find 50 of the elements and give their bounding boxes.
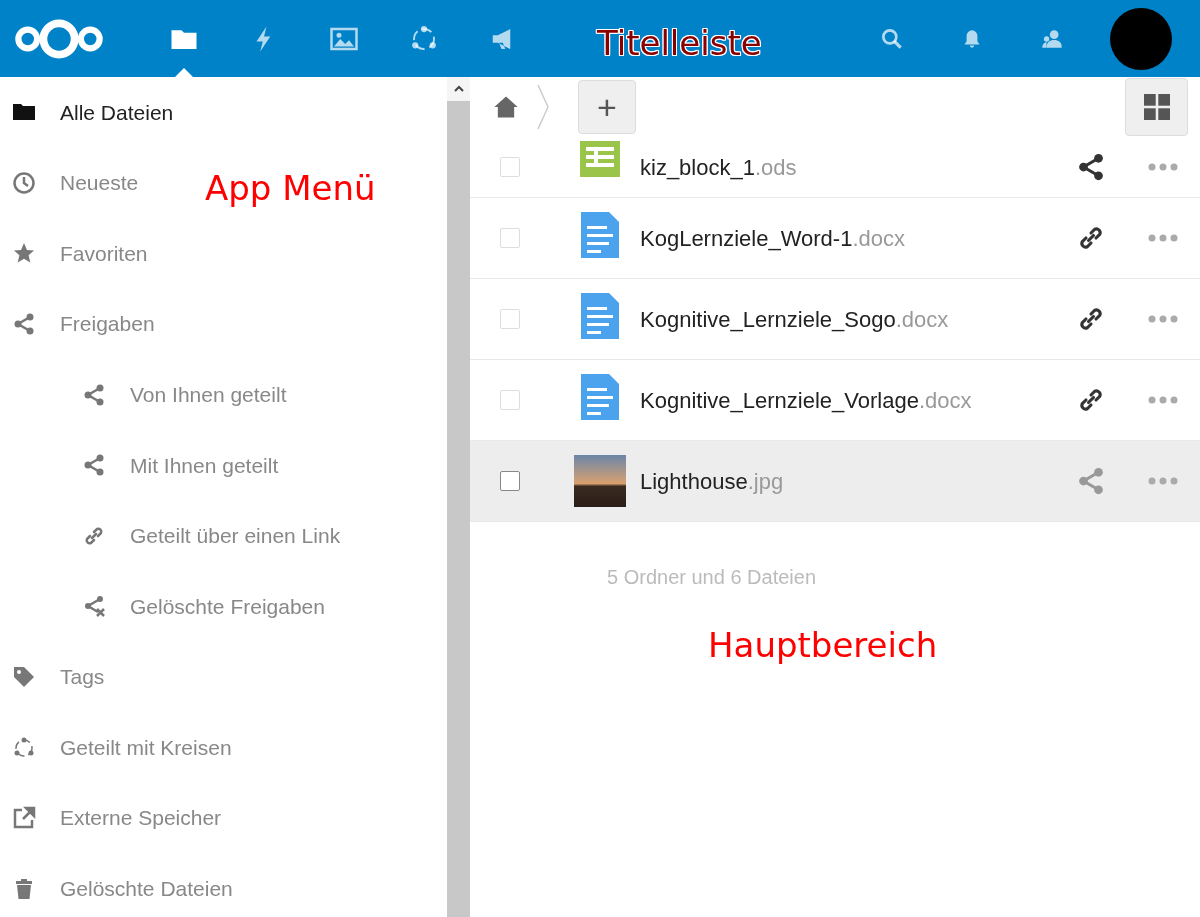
file-row[interactable]: kiz_block_1.ods [470,137,1200,198]
document-icon [581,374,619,420]
share-icon [82,382,106,407]
more-icon[interactable] [1148,476,1178,486]
scrollbar[interactable] [447,77,470,917]
document-icon [581,293,619,339]
sidebar-item[interactable]: Freigaben [0,288,155,360]
sidebar-item[interactable]: Externe Speicher [0,782,222,854]
sidebar-item[interactable]: Tags [0,641,105,713]
grid-icon [1143,94,1170,120]
annotation-label: App Menü [205,167,376,210]
annotation-label: Titelleiste [597,22,762,65]
sidebar-item[interactable]: Geteilt über einen Link [0,500,341,572]
file-name[interactable]: kiz_block_1.ods [640,150,1076,184]
file-name[interactable]: Kognitive_Lernziele_Sogo.docx [640,302,1076,336]
breadcrumb-separator-icon [536,83,550,131]
share-icon [12,312,36,337]
sidebar-item[interactable]: Geteilt mit Kreisen [0,712,232,783]
file-summary: 5 Ordner und 6 Dateien [606,565,818,590]
share-icon[interactable] [1076,152,1106,182]
sidebar-item[interactable]: Gelöschte Dateien [0,853,233,917]
sidebar-item[interactable]: Alle Dateien [0,77,174,148]
circles-icon [12,735,36,760]
grid-view-button[interactable] [1125,78,1188,136]
more-icon[interactable] [1148,233,1178,243]
share-icon [82,453,106,478]
spreadsheet-icon [580,141,620,177]
external-link-icon [12,806,36,831]
photo-placeholder [574,455,626,507]
document-icon [581,212,619,258]
file-row[interactable]: Lighthouse.jpg [470,441,1200,522]
add-button[interactable]: + [578,80,636,134]
file-name[interactable]: Kognitive_Lernziele_Vorlage.docx [640,383,1076,417]
checkbox[interactable] [500,471,520,491]
sidebar-item[interactable]: Neueste [0,147,139,219]
more-icon[interactable] [1148,314,1178,324]
file-row[interactable]: Kognitive_Lernziele_Sogo.docx [470,279,1200,360]
sidebar-item[interactable]: Mit Ihnen geteilt [0,429,279,501]
more-icon[interactable] [1148,395,1178,405]
file-name[interactable]: KogLernziele_Word-1.docx [640,221,1076,255]
sidebar-item[interactable]: Favoriten [0,218,148,289]
tag-icon [12,665,36,690]
sidebar-item[interactable]: Gelöschte Freigaben [0,571,325,642]
annotation-label: Hauptbereich [708,624,938,667]
more-icon[interactable] [1148,162,1178,172]
file-name[interactable]: Lighthouse.jpg [640,464,1076,498]
sidebar-item[interactable]: Von Ihnen geteilt [0,359,287,430]
share-crossed-icon [82,594,106,619]
clock-icon [12,170,36,195]
file-row[interactable]: KogLernziele_Word-1.docx [470,198,1200,279]
